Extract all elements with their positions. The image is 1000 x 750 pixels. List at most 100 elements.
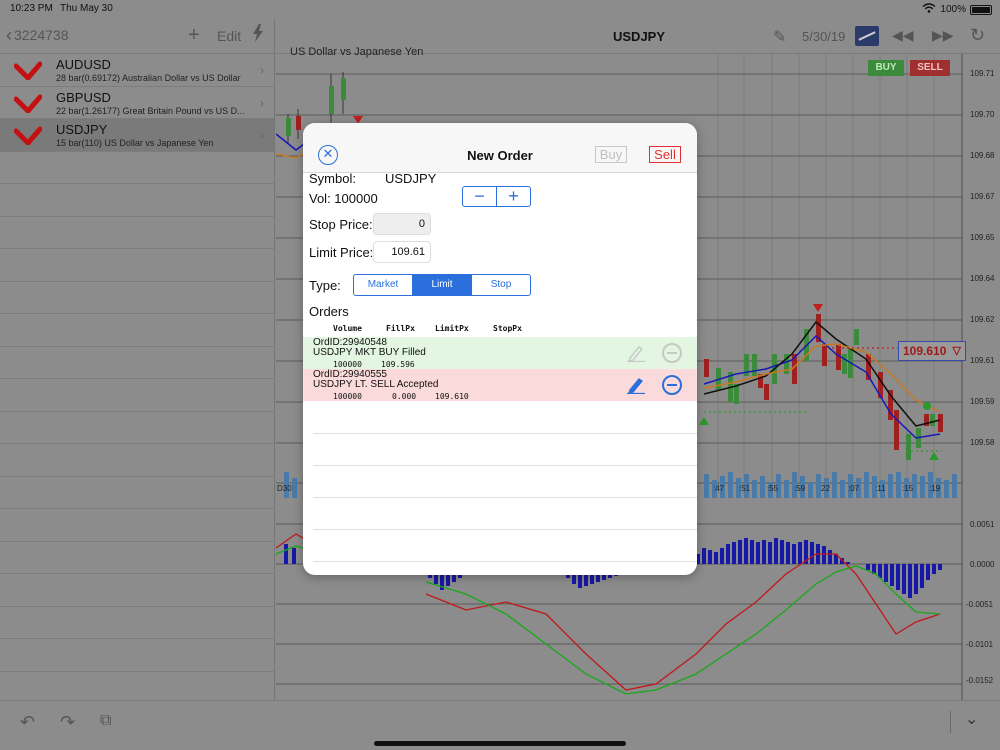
cancel-order-icon — [662, 343, 682, 363]
chevron-left-icon: ‹ — [6, 25, 12, 45]
cancel-order-icon[interactable] — [662, 375, 682, 395]
empty-row — [0, 509, 274, 542]
order-volume: 100000 — [333, 392, 362, 401]
wifi-icon — [922, 3, 936, 16]
chevron-down-icon[interactable]: ⌄ — [965, 709, 978, 729]
chart-buy-button[interactable]: BUY — [868, 60, 904, 76]
symbol-row-audusd[interactable]: AUDUSD 28 bar(0.69172) Australian Dollar… — [0, 54, 274, 87]
orders-heading: Orders — [309, 304, 349, 319]
order-row[interactable]: OrdID:29940555 USDJPY LT. SELL Accepted … — [303, 369, 697, 401]
order-row[interactable]: OrdID:29940548 USDJPY MKT BUY Filled 100… — [303, 337, 697, 369]
price-axis-label: 109.62 — [970, 315, 995, 324]
bottom-toolbar: ↶ ↷ ⧉ ⌄ — [0, 700, 1000, 750]
symbol-value: USDJPY — [385, 171, 437, 186]
chart-instrument-label: US Dollar vs Japanese Yen — [290, 46, 424, 58]
list-divider — [313, 529, 697, 530]
order-type-limit[interactable]: Limit — [412, 275, 471, 295]
empty-row — [0, 412, 274, 444]
symbol-list-panel: ‹ 3224738 + Edit AUDUSD 28 bar(0.69172) … — [0, 18, 275, 704]
chart-date[interactable]: 5/30/19 — [802, 29, 845, 44]
lightning-icon[interactable] — [252, 24, 264, 47]
order-desc: USDJPY MKT BUY Filled — [313, 347, 426, 358]
volume-decrement-button[interactable]: − — [463, 187, 497, 206]
symbol-desc: 22 bar(1.26177) Great Britain Pound vs U… — [56, 105, 245, 116]
back-button[interactable]: ‹ 3224738 — [6, 25, 69, 45]
check-icon — [14, 61, 42, 80]
empty-row — [0, 347, 274, 379]
edit-pencil-icon — [627, 346, 645, 362]
trendline-tool-button[interactable] — [855, 26, 879, 46]
price-axis-label: 109.59 — [970, 397, 995, 406]
column-header-volume: Volume — [333, 324, 362, 333]
chart-sell-button[interactable]: SELL — [910, 60, 950, 76]
stop-price-field[interactable]: 0 — [373, 213, 431, 235]
time-axis-label: 22 — [821, 484, 830, 493]
status-date: Thu May 30 — [60, 3, 113, 14]
order-type-stop[interactable]: Stop — [471, 275, 530, 295]
order-volume: 100000 — [333, 360, 362, 369]
symbol-row-gbpusd[interactable]: GBPUSD 22 bar(1.26177) Great Britain Pou… — [0, 87, 274, 119]
edit-button[interactable]: Edit — [217, 28, 241, 44]
status-time: 10:23 PM — [10, 3, 53, 14]
price-axis-label: 109.71 — [970, 69, 995, 78]
fast-forward-icon[interactable]: ▶▶ — [932, 27, 954, 44]
empty-row — [0, 542, 274, 574]
chevron-right-icon: › — [260, 63, 264, 77]
battery-icon — [970, 4, 992, 15]
stop-price-label: Stop Price: — [309, 217, 373, 232]
chevron-right-icon: › — [260, 95, 264, 110]
macd-axis-label: -0.0101 — [966, 640, 994, 649]
time-axis-label: :15 — [902, 484, 914, 493]
column-header-stoppx: StopPx — [493, 324, 522, 333]
add-icon[interactable]: + — [188, 24, 200, 47]
volume-stepper[interactable]: − + — [462, 186, 531, 207]
order-type-market[interactable]: Market — [354, 275, 412, 295]
undo-icon[interactable]: ↶ — [20, 712, 35, 733]
list-divider — [313, 561, 697, 562]
price-axis-label: 109.58 — [970, 438, 995, 447]
empty-row — [0, 217, 274, 249]
edit-pencil-icon[interactable] — [626, 376, 646, 394]
compose-icon[interactable]: ✎ — [773, 27, 786, 47]
list-divider — [313, 433, 697, 434]
redo-icon[interactable]: ↷ — [60, 712, 75, 733]
price-axis-label: 109.68 — [970, 151, 995, 160]
symbol-row-usdjpy[interactable]: USDJPY 15 bar(110) US Dollar vs Japanese… — [0, 119, 274, 152]
empty-row — [0, 639, 274, 672]
toolbar-divider — [950, 711, 951, 733]
refresh-icon[interactable]: ↻ — [970, 25, 985, 46]
list-divider — [313, 465, 697, 466]
empty-row — [0, 282, 274, 314]
symbol-name: GBPUSD — [56, 89, 111, 105]
order-desc: USDJPY LT. SELL Accepted — [313, 379, 439, 390]
buy-button[interactable]: Buy — [595, 146, 627, 163]
status-right: 100% — [922, 3, 992, 16]
status-bar: 10:23 PM Thu May 30 100% — [0, 0, 1000, 18]
empty-row — [0, 444, 274, 477]
back-label: 3224738 — [14, 27, 69, 43]
order-limit-price: 109.610 — [435, 392, 469, 401]
macd-axis-label: -0.0152 — [966, 676, 994, 685]
empty-row — [0, 249, 274, 282]
empty-row — [0, 152, 274, 184]
order-type-segmented-control[interactable]: Market Limit Stop — [353, 274, 531, 296]
macd-axis-label: 0.0000 — [970, 560, 995, 569]
macd-axis-label: 0.0051 — [970, 520, 995, 529]
home-indicator[interactable] — [374, 741, 626, 746]
column-header-fillpx: FillPx — [386, 324, 415, 333]
rewind-icon[interactable]: ◀◀ — [892, 27, 914, 44]
limit-price-field[interactable]: 109.61 — [373, 241, 431, 263]
dialog-title: New Order — [467, 148, 533, 163]
current-price-box[interactable]: 109.610 ▽ — [898, 341, 966, 361]
volume-increment-button[interactable]: + — [497, 187, 530, 206]
empty-row — [0, 607, 274, 639]
sell-button[interactable]: Sell — [649, 146, 681, 163]
symbol-desc: 28 bar(0.69172) Australian Dollar vs US … — [56, 73, 241, 83]
price-axis-label: 109.61 — [970, 356, 995, 365]
copy-icon[interactable]: ⧉ — [100, 712, 111, 730]
column-header-limitpx: LimitPx — [435, 324, 469, 333]
left-nav-bar: ‹ 3224738 + Edit — [0, 18, 274, 54]
time-axis-label: :11 — [875, 484, 886, 493]
caret-down-icon: ▽ — [952, 345, 961, 357]
dialog-header: ✕ New Order Buy Sell — [303, 123, 697, 173]
